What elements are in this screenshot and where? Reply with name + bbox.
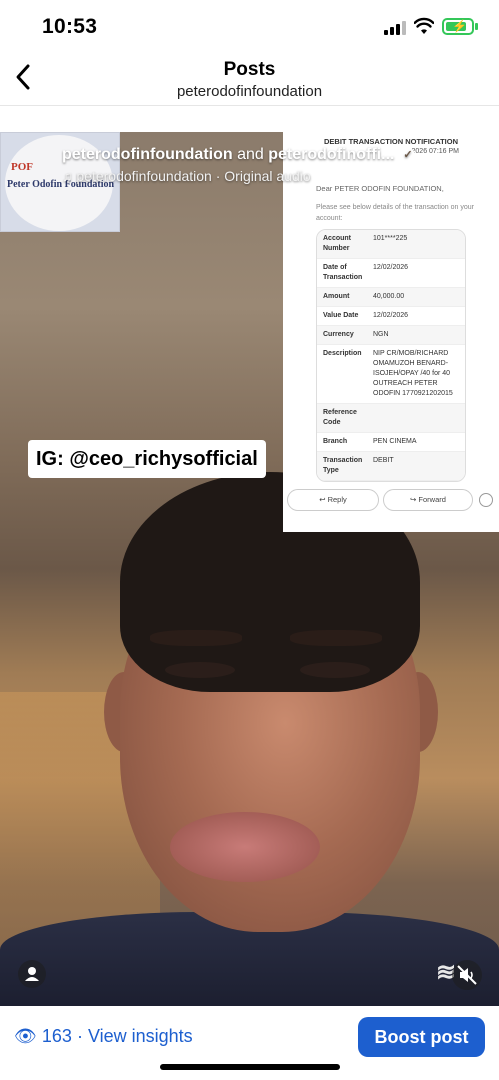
receipt-forward-button: ↪ Forward: [383, 489, 473, 511]
view-count: 163: [41, 1026, 72, 1046]
row-key: Amount: [323, 293, 350, 300]
tagged-people-icon[interactable]: [18, 960, 46, 988]
row-value: 12/02/2026: [373, 264, 409, 271]
row-key: Currency: [323, 331, 354, 338]
page-title: Posts: [223, 59, 276, 80]
verified-badge-icon: ✓: [400, 148, 416, 163]
debit-notification-screenshot: DEBIT TRANSACTION NOTIFICATION 2026 07:1…: [283, 132, 499, 532]
table-row: Reference Code: [317, 404, 465, 433]
table-row: Amount 40,000.00: [317, 288, 465, 307]
row-key: Account Number: [323, 235, 351, 252]
row-value: 12/02/2026: [373, 312, 409, 319]
post-media[interactable]: DEBIT TRANSACTION NOTIFICATION 2026 07:1…: [0, 132, 499, 1006]
home-indicator: [160, 1064, 340, 1070]
battery-icon: ⚡: [442, 18, 474, 35]
row-value: PEN CINEMA: [373, 438, 417, 445]
table-row: Branch PEN CINEMA: [317, 433, 465, 452]
row-key: Transaction Type: [323, 457, 363, 474]
receipt-time: 2026 07:16 PM: [411, 148, 459, 155]
row-value: NIP CR/MOB/RICHARD OMAMUZOH BENARD-ISOJE…: [373, 350, 453, 397]
table-row: Currency NGN: [317, 326, 465, 345]
music-note-icon: ♫: [62, 168, 77, 184]
status-time: 10:53: [42, 15, 98, 38]
views-eye-icon: 👁: [14, 1026, 37, 1046]
row-value: [369, 404, 465, 432]
cellular-signal-icon: [384, 21, 406, 35]
more-options-icon[interactable]: •••: [458, 152, 486, 180]
row-key: Value Date: [323, 312, 359, 319]
emoji-icon: [479, 493, 493, 507]
row-value: DEBIT: [373, 457, 394, 464]
right-eyebrow: [290, 630, 382, 646]
muted-speaker-icon[interactable]: [452, 960, 482, 990]
collab-account-1[interactable]: peterodofinfoundation: [62, 146, 233, 163]
table-row: Date of Transaction 12/02/2026: [317, 259, 465, 288]
receipt-intro: Please see below details of the transact…: [316, 204, 474, 222]
header: Posts peterodofinfoundation: [0, 52, 499, 106]
row-value: 40,000.00: [373, 293, 405, 300]
receipt-table: Account Number 101****225 Date of Transac…: [316, 229, 466, 482]
lips: [170, 812, 320, 882]
table-row: Transaction Type DEBIT: [317, 452, 465, 481]
row-key: Branch: [323, 438, 348, 445]
boost-post-button[interactable]: Boost post: [358, 1017, 485, 1057]
table-row: Account Number 101****225: [317, 230, 465, 259]
table-row: Value Date 12/02/2026: [317, 307, 465, 326]
receipt-heading: DEBIT TRANSACTION NOTIFICATION: [323, 137, 459, 146]
row-key: Date of Transaction: [323, 264, 363, 281]
table-row: Description NIP CR/MOB/RICHARD OMAMUZOH B…: [317, 345, 465, 404]
separator-dot: ·: [76, 1026, 83, 1046]
receipt-actions: ↩ Reply ↪ Forward: [287, 489, 497, 511]
battery-cap: [475, 23, 478, 30]
receipt-reply-button: ↩ Reply: [287, 489, 379, 511]
left-eyebrow: [150, 630, 242, 646]
collab-accounts[interactable]: peterodofinfoundation and peterodofinoff…: [62, 146, 416, 164]
page-subtitle: peterodofinfoundation: [176, 83, 323, 100]
row-value: 101****225: [373, 235, 408, 242]
logo-mark: POF: [11, 161, 33, 173]
instagram-handle-label: IG: @ceo_richysofficial: [28, 440, 266, 478]
right-eye: [300, 662, 370, 678]
reply-label: Reply: [327, 495, 347, 504]
view-insights-label: View insights: [87, 1026, 193, 1046]
left-eye: [165, 662, 235, 678]
row-key: Reference Code: [323, 409, 357, 426]
collab-account-2[interactable]: peterodofinoffi...: [268, 146, 394, 163]
receipt-greeting: Dear PETER ODOFIN FOUNDATION,: [316, 184, 444, 193]
wifi-icon: [414, 17, 434, 34]
forward-label: Forward: [418, 495, 446, 504]
row-key: Description: [323, 350, 362, 357]
row-value: NGN: [373, 331, 389, 338]
audio-text: peterodofinfoundation · Original audio: [76, 168, 311, 184]
collab-connector: and: [237, 146, 264, 163]
audio-label[interactable]: ♫ peterodofinfoundation · Original audio: [62, 168, 311, 184]
view-insights-link[interactable]: 👁 163 · View insights: [14, 1026, 193, 1047]
status-bar: 10:53 ⚡: [0, 0, 499, 52]
reply-icon: ↩: [319, 495, 328, 504]
